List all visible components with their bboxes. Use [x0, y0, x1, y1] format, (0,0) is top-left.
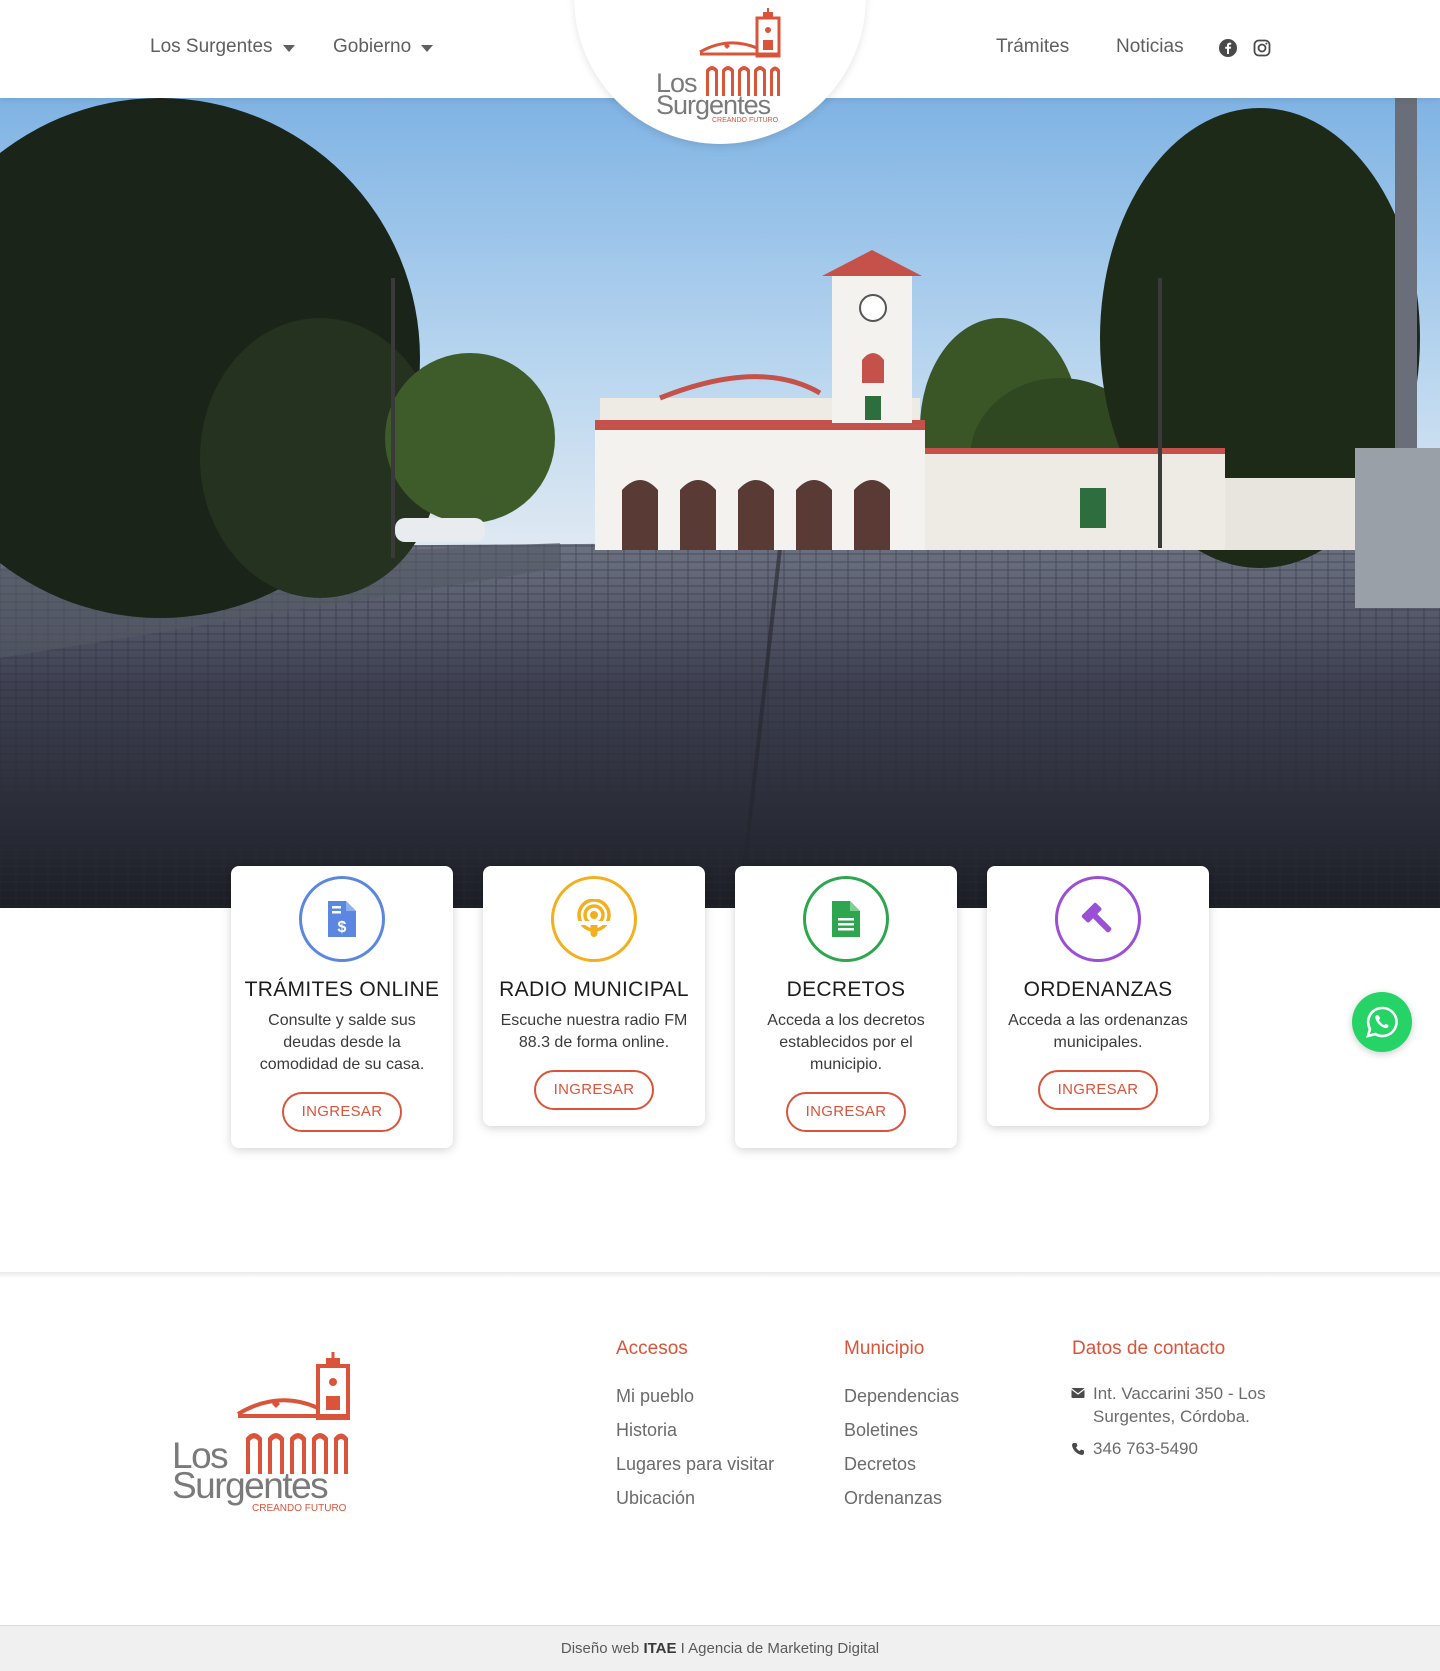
contact-address: Int. Vaccarini 350 - Los Surgentes, Córd… — [1071, 1382, 1291, 1428]
card-text: Acceda a las ordenanzas municipales. — [1008, 1012, 1188, 1051]
icon-ring: $ — [299, 876, 385, 962]
contact-phone[interactable]: 346 763-5490 — [1071, 1437, 1198, 1460]
card-text: Escuche nuestra radio FM 88.3 de forma o… — [500, 1012, 688, 1051]
podcast-icon — [577, 899, 611, 937]
nav-item-tramites[interactable]: Trámites — [996, 36, 1069, 58]
contact-address-text: Int. Vaccarini 350 - Los Surgentes, Córd… — [1093, 1384, 1266, 1426]
logo-line2: Surgentes — [172, 1465, 328, 1506]
card-radio-municipal: RADIO MUNICIPAL Escuche nuestra radio FM… — [483, 866, 705, 1126]
card-title: DECRETOS — [786, 978, 906, 1001]
nav-item-label: Los Surgentes — [150, 36, 273, 57]
icon-ring — [803, 876, 889, 962]
envelope-icon — [1071, 1388, 1085, 1398]
icon-ring — [551, 876, 637, 962]
logo-tagline: CREANDO FUTURO — [712, 117, 779, 123]
bottom-credit-bar: Diseño web ITAE I Agencia de Marketing D… — [0, 1625, 1440, 1671]
contact-phone-text: 346 763-5490 — [1093, 1439, 1198, 1458]
logo-tagline: CREANDO FUTURO — [252, 1503, 347, 1512]
card-tramites-online: $ TRÁMITES ONLINE Consulte y salde sus d… — [231, 866, 453, 1148]
document-icon — [832, 901, 860, 937]
footer-municipio-title: Municipio — [844, 1338, 925, 1359]
card-decretos: DECRETOS Acceda a los decretos estableci… — [735, 866, 957, 1148]
footer-link-decretos[interactable]: Decretos — [844, 1454, 916, 1475]
card-title: TRÁMITES ONLINE — [244, 978, 440, 1001]
logo-line2: Surgentes — [656, 90, 771, 120]
footer-link-lugares[interactable]: Lugares para visitar — [616, 1454, 774, 1475]
nav-item-label: Noticias — [1116, 36, 1184, 57]
footer-link-ubicacion[interactable]: Ubicación — [616, 1488, 695, 1509]
footer-contacto-title: Datos de contacto — [1072, 1338, 1226, 1359]
phone-icon — [1072, 1443, 1084, 1455]
footer-link-mi-pueblo[interactable]: Mi pueblo — [616, 1386, 694, 1407]
credit-prefix: Diseño web — [560, 1640, 640, 1657]
hero-town-hall-photo — [0, 98, 1440, 908]
credit-brand-link[interactable]: ITAE — [643, 1640, 676, 1657]
footer-link-historia[interactable]: Historia — [616, 1420, 677, 1441]
credit-suffix: I Agencia de Marketing Digital — [680, 1640, 880, 1657]
ingresar-button[interactable]: INGRESAR — [786, 1092, 906, 1132]
card-text: Consulte y salde sus deudas desde la com… — [259, 1012, 425, 1073]
whatsapp-button[interactable] — [1352, 992, 1412, 1052]
facebook-icon[interactable] — [1218, 38, 1238, 58]
footer-link-boletines[interactable]: Boletines — [844, 1420, 918, 1441]
nav-item-label: Gobierno — [333, 36, 412, 57]
card-text: Acceda a los decretos establecidos por e… — [767, 1012, 925, 1073]
icon-ring — [1055, 876, 1141, 962]
card-ordenanzas: ORDENANZAS Acceda a las ordenanzas munic… — [987, 866, 1209, 1126]
card-title: ORDENANZAS — [1023, 978, 1173, 1001]
instagram-icon[interactable] — [1252, 38, 1272, 58]
nav-item-los-surgentes[interactable]: Los Surgentes — [150, 36, 295, 58]
ingresar-button[interactable]: INGRESAR — [534, 1070, 654, 1110]
caret-down-icon — [421, 45, 434, 52]
nav-item-gobierno[interactable]: Gobierno — [333, 36, 434, 58]
hero-banner — [0, 98, 1440, 908]
svg-text:$: $ — [338, 919, 347, 936]
caret-down-icon — [282, 45, 295, 52]
nav-item-label: Trámites — [996, 36, 1070, 57]
gavel-icon — [1081, 902, 1112, 933]
ingresar-button[interactable]: INGRESAR — [282, 1092, 402, 1132]
whatsapp-icon — [1366, 1006, 1398, 1038]
footer-divider — [0, 1272, 1440, 1278]
nav-item-noticias[interactable]: Noticias — [1116, 36, 1184, 58]
card-title: RADIO MUNICIPAL — [499, 978, 689, 1001]
invoice-dollar-icon: $ — [328, 901, 356, 937]
footer-link-ordenanzas[interactable]: Ordenanzas — [844, 1488, 942, 1509]
footer-link-dependencias[interactable]: Dependencias — [844, 1386, 959, 1407]
site-logo[interactable]: Los Surgentes CREANDO FUTURO — [650, 8, 790, 123]
footer-logo[interactable]: Los Surgentes CREANDO FUTURO — [172, 1352, 357, 1512]
ingresar-button[interactable]: INGRESAR — [1038, 1070, 1158, 1110]
footer-accesos-title: Accesos — [616, 1338, 688, 1359]
